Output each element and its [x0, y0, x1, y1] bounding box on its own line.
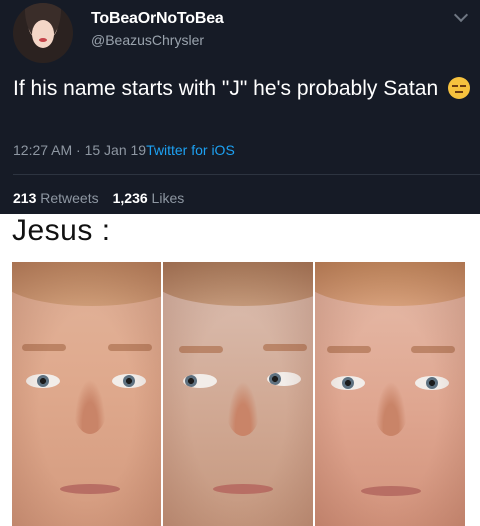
chevron-down-icon[interactable] [453, 7, 469, 23]
tweet-client[interactable]: Twitter for iOS [146, 142, 235, 158]
avatar[interactable] [13, 3, 73, 63]
unamused-face-icon [447, 77, 470, 99]
retweets-label: Retweets [40, 190, 99, 206]
meme-panel-3 [314, 262, 465, 526]
meme-caption: Jesus : [12, 214, 111, 247]
tweet-card: ToBeaOrNoToBea @BeazusChrysler If his na… [0, 0, 480, 214]
tweet-text-body: If his name starts with "J" he's probabl… [13, 77, 439, 100]
retweets-stat[interactable]: 213 Retweets [13, 190, 99, 206]
meme-panel-1 [12, 262, 162, 526]
avatar-face [32, 20, 54, 48]
tweet-stats: 213 Retweets 1,236 Likes [13, 190, 184, 206]
panel-shading [314, 262, 465, 526]
divider [13, 174, 480, 175]
tweet-time[interactable]: 12:27 AM · 15 Jan 19 [13, 142, 146, 158]
likes-count: 1,236 [112, 190, 148, 206]
meme-image [12, 262, 465, 526]
panel-shading [163, 262, 313, 526]
tweet-meta: 12:27 AM · 15 Jan 19Twitter for iOS [13, 142, 235, 158]
display-name[interactable]: ToBeaOrNoToBea [91, 10, 224, 28]
meme-panel-2 [163, 262, 313, 526]
handle[interactable]: @BeazusChrysler [91, 32, 224, 48]
tweet-text: If his name starts with "J" he's probabl… [13, 75, 473, 103]
avatar-lips [39, 38, 47, 42]
retweets-count: 213 [13, 190, 37, 206]
tweet-header: ToBeaOrNoToBea @BeazusChrysler [13, 3, 224, 63]
likes-label: Likes [151, 190, 185, 206]
panel-shading [12, 262, 162, 526]
author-names: ToBeaOrNoToBea @BeazusChrysler [91, 10, 224, 48]
likes-stat[interactable]: 1,236 Likes [113, 190, 185, 206]
